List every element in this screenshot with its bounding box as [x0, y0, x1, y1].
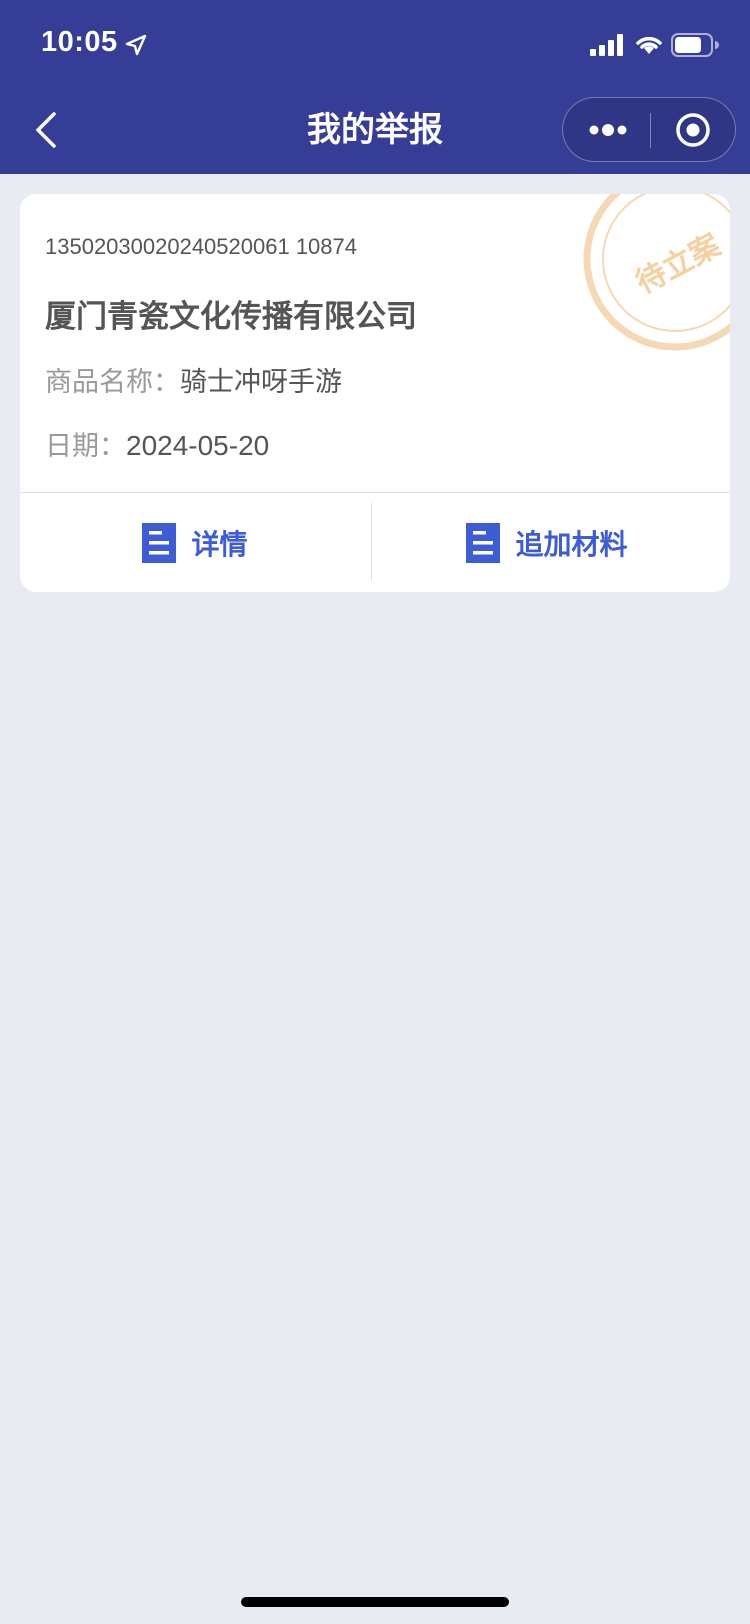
add-material-label: 追加材料 [515, 527, 628, 561]
wifi-icon [636, 36, 662, 54]
more-options-button[interactable] [587, 118, 629, 142]
header-bar: 10:05 我的举报 [0, 0, 750, 174]
status-stamp: 待立案 [583, 194, 730, 351]
location-arrow-icon [125, 34, 147, 56]
document-icon [466, 522, 501, 563]
company-name: 厦门青瓷文化传播有限公司 [45, 299, 417, 335]
home-indicator[interactable] [241, 1597, 509, 1607]
product-label: 商品名称： [45, 367, 180, 398]
detail-button[interactable]: 详情 [20, 493, 370, 592]
date-label: 日期： [45, 431, 126, 462]
close-miniprogram-button[interactable] [675, 112, 711, 148]
date-value: 2024-05-20 [126, 430, 270, 461]
product-row: 商品名称：骑士冲呀手游 [45, 360, 342, 399]
miniprogram-capsule [562, 97, 736, 162]
detail-label: 详情 [191, 527, 248, 561]
report-card[interactable]: 待立案 13502030020240520061 10874 厦门青瓷文化传播有… [20, 194, 730, 592]
cellular-signal-icon [590, 34, 623, 56]
add-material-button[interactable]: 追加材料 [372, 493, 722, 592]
battery-icon [671, 33, 719, 57]
status-time: 10:05 [41, 26, 118, 58]
capsule-divider [650, 113, 651, 148]
stamp-text: 待立案 [630, 227, 727, 301]
product-value: 骑士冲呀手游 [180, 367, 342, 398]
date-row: 日期：2024-05-20 [45, 424, 269, 463]
report-number: 13502030020240520061 10874 [45, 234, 357, 259]
document-icon [142, 522, 177, 563]
card-actions: 详情 追加材料 [20, 493, 730, 592]
